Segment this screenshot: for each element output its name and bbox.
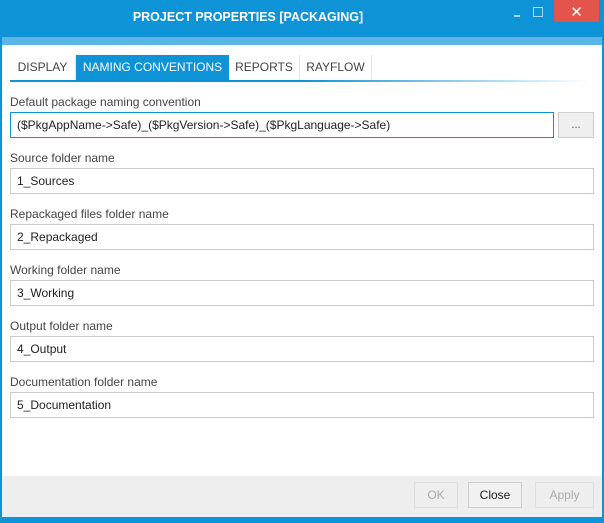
minimize-icon <box>514 15 520 17</box>
output-folder-label: Output folder name <box>10 319 113 333</box>
maximize-icon <box>533 7 543 17</box>
tab-rayflow[interactable]: RAYFLOW <box>300 55 372 80</box>
documentation-folder-input[interactable] <box>10 392 594 418</box>
apply-button[interactable]: Apply <box>535 482 594 508</box>
maximize-button[interactable] <box>527 0 553 22</box>
close-button[interactable]: Close <box>468 482 522 508</box>
title-bar[interactable]: PROJECT PROPERTIES [PACKAGING] ✕ <box>0 0 604 37</box>
dialog-footer: OK Close Apply <box>2 476 602 517</box>
working-folder-label: Working folder name <box>10 263 121 277</box>
source-folder-label: Source folder name <box>10 151 115 165</box>
repackaged-folder-label: Repackaged files folder name <box>10 207 169 221</box>
tab-display[interactable]: DISPLAY <box>10 55 76 80</box>
title-strip <box>2 37 602 45</box>
tab-bar: DISPLAY NAMING CONVENTIONS REPORTS RAYFL… <box>10 55 590 82</box>
repackaged-folder-input[interactable] <box>10 224 594 250</box>
project-properties-dialog: PROJECT PROPERTIES [PACKAGING] ✕ DISPLAY… <box>0 0 604 523</box>
ok-button[interactable]: OK <box>414 482 458 508</box>
tab-reports[interactable]: REPORTS <box>229 55 300 80</box>
dialog-content: DISPLAY NAMING CONVENTIONS REPORTS RAYFL… <box>2 45 602 476</box>
browse-button[interactable]: ... <box>558 112 594 138</box>
documentation-folder-label: Documentation folder name <box>10 375 158 389</box>
output-folder-input[interactable] <box>10 336 594 362</box>
close-window-button[interactable]: ✕ <box>554 0 599 22</box>
tab-underline <box>10 80 590 82</box>
source-folder-input[interactable] <box>10 168 594 194</box>
naming-convention-label: Default package naming convention <box>10 95 201 109</box>
tab-naming-conventions[interactable]: NAMING CONVENTIONS <box>76 55 229 80</box>
naming-convention-input[interactable] <box>10 112 554 138</box>
minimize-button[interactable] <box>505 0 527 22</box>
close-icon: ✕ <box>570 4 583 21</box>
window-title: PROJECT PROPERTIES [PACKAGING] <box>132 10 364 24</box>
working-folder-input[interactable] <box>10 280 594 306</box>
